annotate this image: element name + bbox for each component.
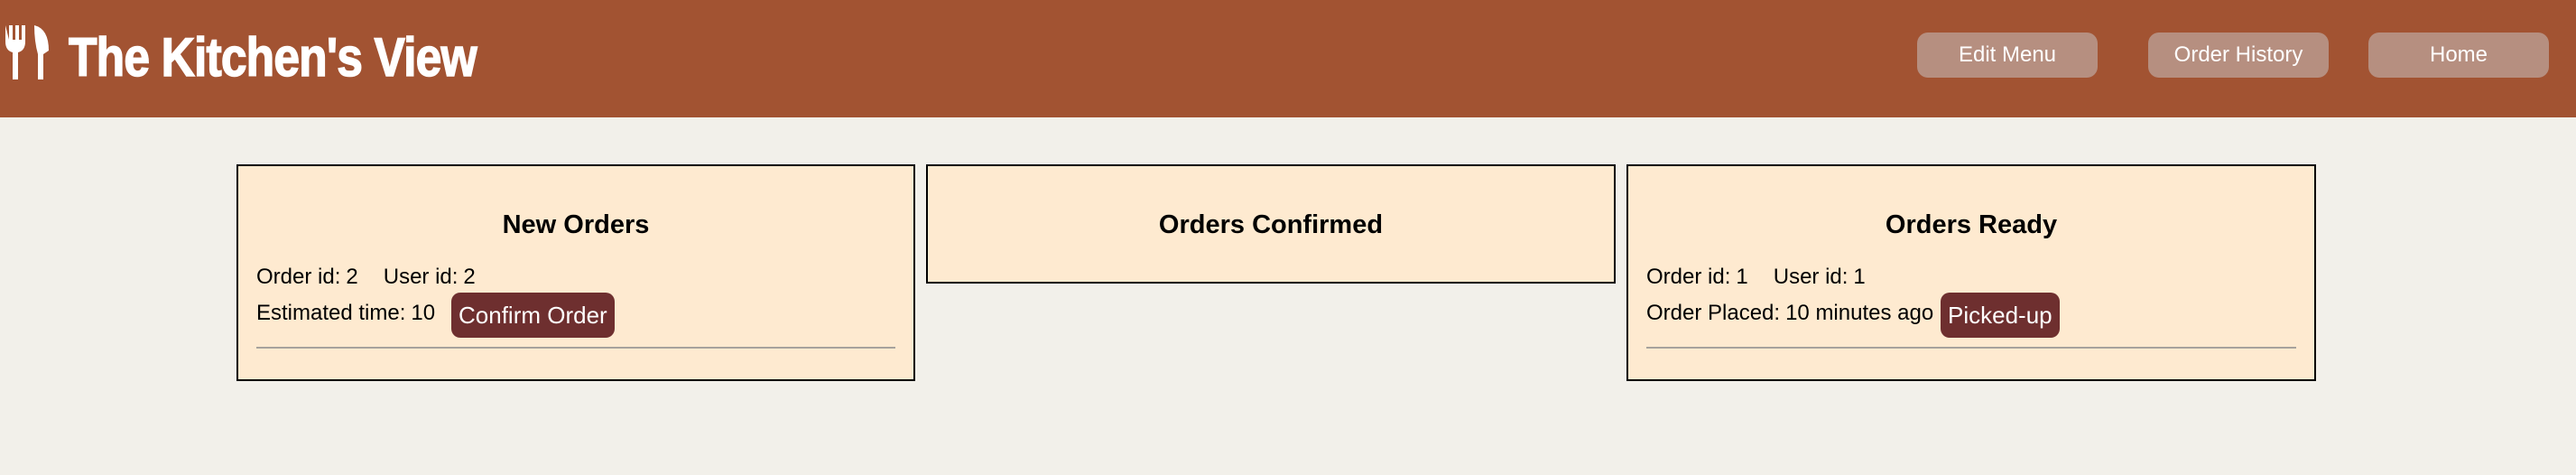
order-placed-value: 10 minutes ago [1785,301,1934,325]
new-orders-title: New Orders [502,210,650,239]
order-placed-label: Order Placed: [1646,301,1781,325]
order-id-value: 1 [1736,265,1748,289]
fork-knife-icon [5,25,49,79]
order-history-button[interactable]: Order History [2148,33,2329,78]
order-id-value: 2 [346,265,358,289]
app-header: The Kitchen's View Edit Menu Order Histo… [0,0,2576,117]
orders-ready-panel: Orders Ready Order id: 1 User id: 1 Order P… [1626,164,2316,381]
orders-ready-title: Orders Ready [1885,210,2058,239]
order-id-label: Order id: [1646,265,1731,289]
estimated-time-value: 10 [411,301,436,325]
user-id-value: 1 [1853,265,1866,289]
picked-up-button[interactable]: Picked-up [1941,293,2060,338]
ready-order-placed: Order Placed: 10 minutes ago [1646,300,1933,327]
new-orders-panel: New Orders Order id: 2 User id: 2 Estimated… [236,164,915,381]
edit-menu-button[interactable]: Edit Menu [1917,33,2098,78]
confirm-order-button[interactable]: Confirm Order [451,293,615,338]
new-order-estimate: Estimated time: 10 [256,300,435,327]
orders-confirmed-panel: Orders Confirmed [926,164,1616,284]
order-id-label: Order id: [256,265,341,289]
user-id-value: 2 [463,265,476,289]
user-id-label: User id: [383,265,459,289]
ready-order-ids: Order id: 1 User id: 1 [1646,264,1866,291]
app-title: The Kitchen's View [68,26,477,88]
home-button[interactable]: Home [2368,33,2549,78]
estimated-time-label: Estimated time: [256,301,406,325]
order-divider [1646,347,2296,349]
order-divider [256,347,895,349]
new-order-ids: Order id: 2 User id: 2 [256,264,476,291]
user-id-label: User id: [1773,265,1849,289]
orders-confirmed-title: Orders Confirmed [1158,210,1384,239]
